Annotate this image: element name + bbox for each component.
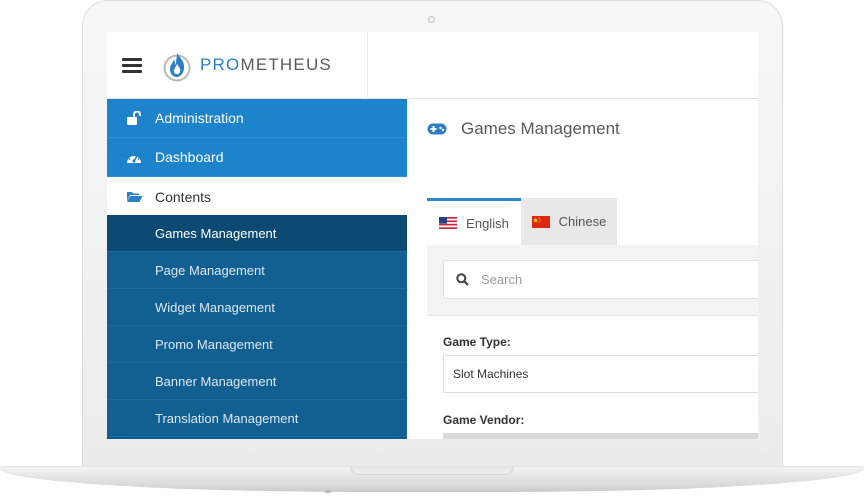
brand-prefix: PRO	[200, 55, 241, 74]
submenu-item-games-management[interactable]: Games Management	[107, 215, 407, 252]
submenu-item-translation-management[interactable]: Translation Management	[107, 400, 407, 437]
game-type-label: Game Type:	[443, 335, 511, 349]
brand-area: PROMETHEUS	[107, 32, 368, 99]
laptop-base-notch	[350, 466, 514, 475]
tab-english[interactable]: English	[427, 198, 521, 245]
sidebar-item-label: Contents	[155, 188, 212, 205]
game-vendor-label: Game Vendor:	[443, 413, 525, 427]
submenu-item-label: Promo Management	[155, 336, 273, 352]
top-bar: PROMETHEUS	[107, 32, 758, 99]
china-flag-icon	[531, 215, 550, 228]
flame-logo-icon	[163, 53, 191, 82]
submenu-item-label: Games Management	[155, 225, 277, 241]
sidebar-item-dashboard[interactable]: Dashboard	[107, 138, 407, 177]
contents-submenu: Games Management Page Management Widget …	[107, 215, 407, 439]
submenu-item-label: Page Management	[155, 262, 265, 278]
hamburger-menu-icon[interactable]	[122, 58, 142, 73]
submenu-item-widget-management[interactable]: Widget Management	[107, 289, 407, 326]
game-type-value: Slot Machines	[453, 367, 529, 381]
submenu-item-page-management[interactable]: Page Management	[107, 252, 407, 289]
tab-label: Chinese	[558, 214, 607, 229]
main-content: Games Management English Chinese Search …	[407, 99, 758, 439]
submenu-item-label: Translation Management	[155, 410, 299, 426]
submenu-item-banner-management[interactable]: Banner Management	[107, 363, 407, 400]
search-icon	[456, 273, 469, 286]
game-vendor-select[interactable]	[443, 433, 758, 439]
submenu-item-label: Banner Management	[155, 373, 277, 389]
unlock-icon	[124, 111, 144, 125]
tab-panel: Game Type: Slot Machines Game Vendor:	[427, 245, 758, 439]
language-tabs: English Chinese	[427, 198, 617, 245]
camera-dot	[428, 16, 435, 23]
tab-chinese[interactable]: Chinese	[521, 198, 617, 245]
search-box	[443, 260, 758, 299]
laptop-base-dot	[325, 490, 331, 493]
sidebar-item-contents[interactable]: Contents	[107, 177, 407, 216]
dashboard-icon	[124, 151, 144, 164]
search-input[interactable]	[481, 272, 721, 287]
us-flag-icon	[439, 217, 458, 229]
game-type-select[interactable]: Slot Machines	[443, 355, 758, 393]
sidebar-item-label: Dashboard	[155, 149, 224, 165]
folder-open-icon	[124, 190, 144, 203]
submenu-item-label: Widget Management	[155, 299, 275, 315]
sidebar-item-label: Administration	[155, 110, 244, 126]
gamepad-icon	[427, 123, 447, 135]
tab-label: English	[466, 215, 509, 231]
brand-suffix: METHEUS	[240, 55, 332, 74]
sidebar-item-administration[interactable]: Administration	[107, 99, 407, 138]
page-title: Games Management	[461, 119, 620, 138]
page-header: Games Management	[427, 119, 620, 139]
submenu-item-promo-management[interactable]: Promo Management	[107, 326, 407, 363]
filter-panel: Game Type: Slot Machines Game Vendor:	[427, 315, 758, 439]
app-screen: PROMETHEUS Administration Dashboard Cont…	[107, 32, 758, 439]
sidebar: Administration Dashboard Contents Games …	[107, 99, 407, 439]
brand-name: PROMETHEUS	[200, 55, 332, 75]
